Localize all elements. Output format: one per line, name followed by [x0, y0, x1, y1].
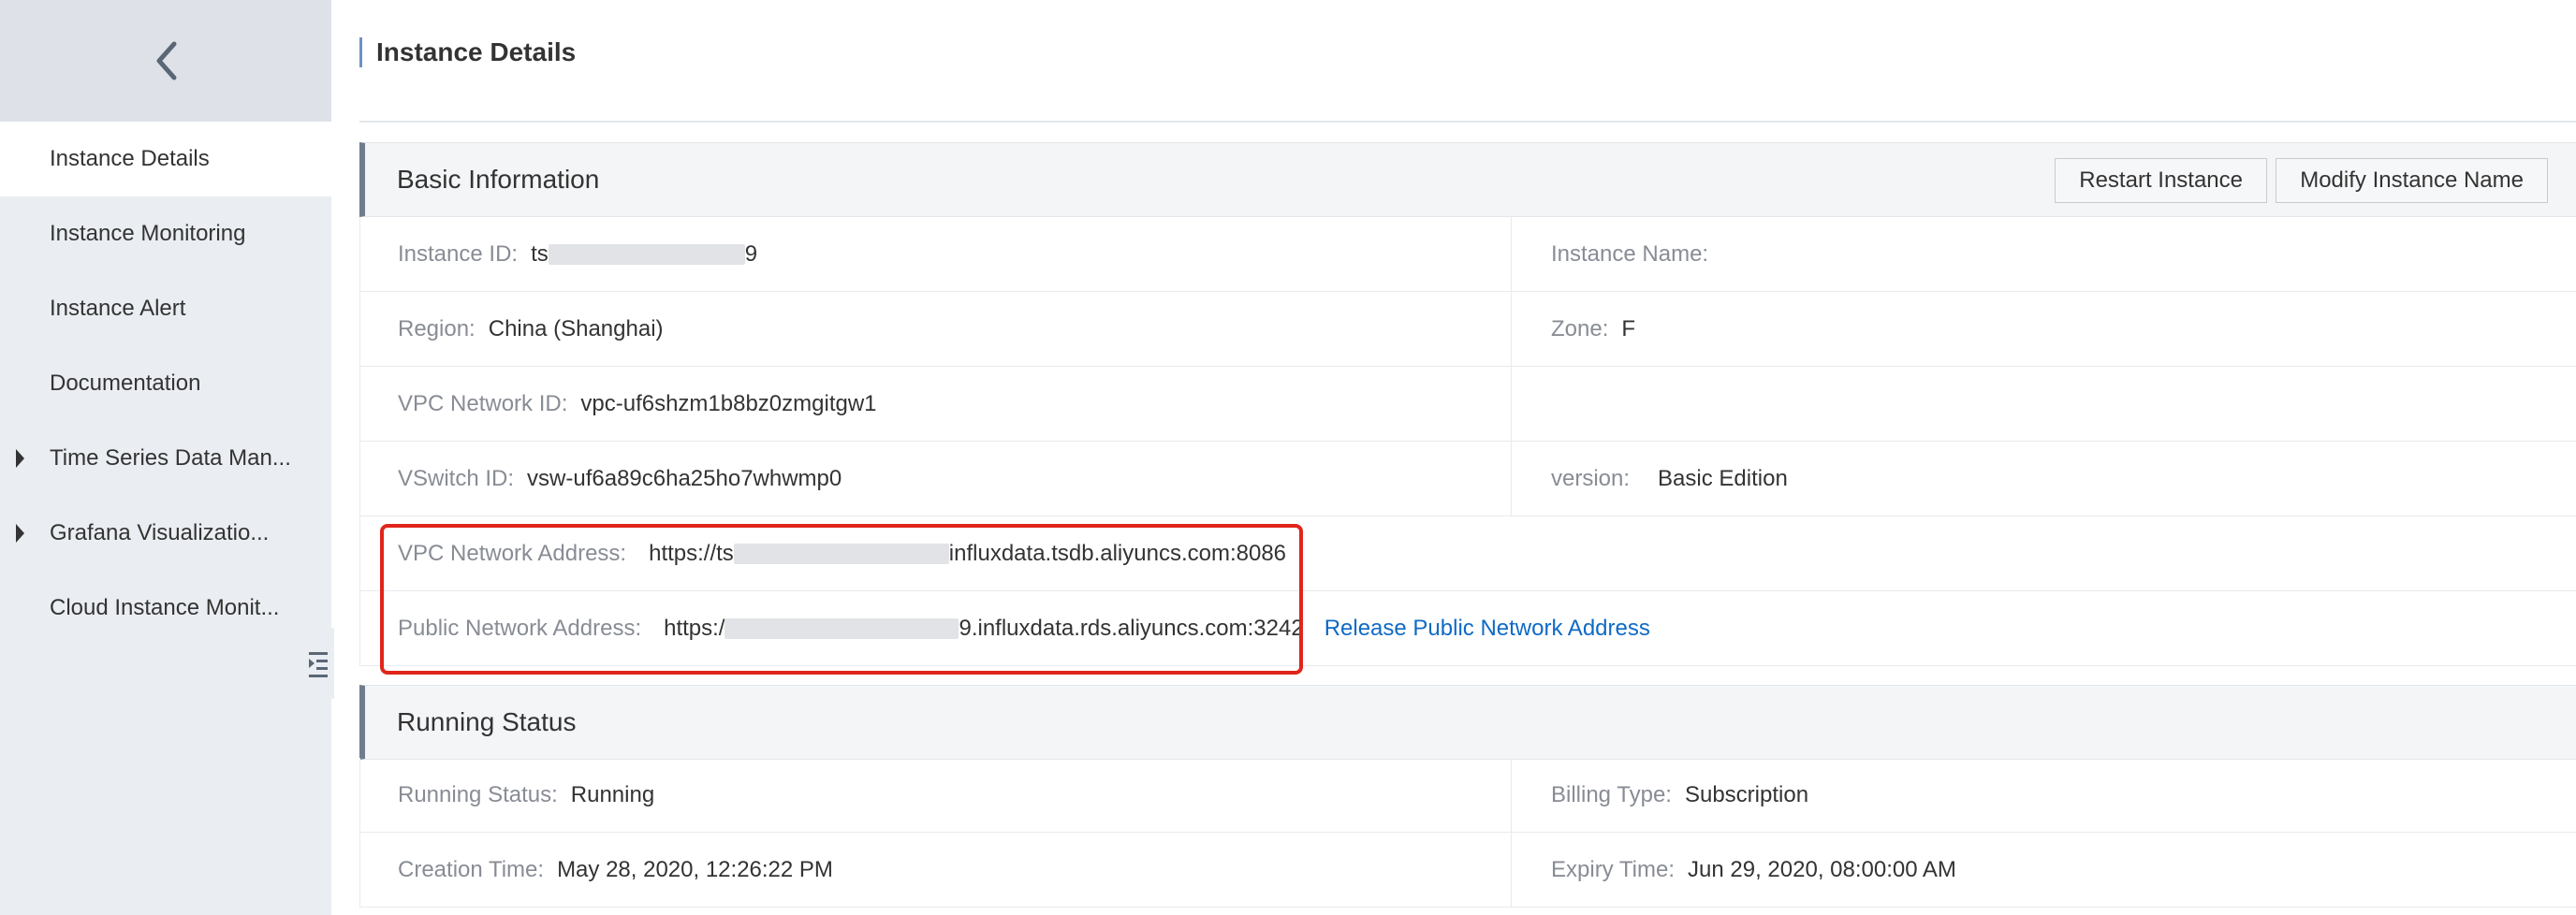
info-row: Instance ID: ts 9 Instance Name:	[359, 217, 2576, 292]
info-row: VPC Network ID: vpc-uf6shzm1b8bz0zmgitgw…	[359, 367, 2576, 442]
sidebar-item-label: Grafana Visualizatio...	[50, 520, 270, 545]
sidebar-nav: Instance Details Instance Monitoring Ins…	[0, 122, 331, 646]
vpc-id-cell: VPC Network ID: vpc-uf6shzm1b8bz0zmgitgw…	[360, 367, 1512, 441]
section-title: Running Status	[397, 707, 577, 736]
modify-instance-name-button[interactable]: Modify Instance Name	[2276, 158, 2548, 203]
sidebar-item-label: Time Series Data Man...	[50, 445, 291, 471]
redacted-text	[548, 244, 745, 266]
version-cell: version: Basic Edition	[1512, 442, 2576, 516]
sidebar-item-grafana[interactable]: Grafana Visualizatio...	[0, 496, 331, 571]
field-label: Expiry Time:	[1551, 856, 1676, 882]
instance-id-suffix: 9	[744, 240, 758, 267]
expiry-time-value: Jun 29, 2020, 08:00:00 AM	[1688, 856, 1956, 882]
zone-value: F	[1621, 315, 1636, 341]
instance-name-cell: Instance Name:	[1512, 217, 2576, 291]
sidebar-item-label: Instance Details	[50, 146, 210, 171]
info-row: Creation Time: May 28, 2020, 12:26:22 PM…	[359, 833, 2576, 908]
page-header: Instance Details	[359, 0, 2576, 123]
sidebar-item-instance-monitoring[interactable]: Instance Monitoring	[0, 196, 331, 271]
zone-cell: Zone: F	[1512, 292, 2576, 366]
page-title: Instance Details	[359, 37, 576, 67]
running-status-value: Running	[570, 781, 655, 807]
highlight-annotation-box	[380, 524, 1303, 675]
expiry-time-cell: Expiry Time: Jun 29, 2020, 08:00:00 AM	[1512, 833, 2576, 907]
release-public-address-link[interactable]: Release Public Network Address	[1325, 616, 1650, 642]
field-label: Zone:	[1551, 315, 1609, 341]
empty-cell	[1512, 367, 2576, 441]
sidebar: Instance Details Instance Monitoring Ins…	[0, 0, 331, 915]
vswitch-value: vsw-uf6a89c6ha25ho7whwmp0	[527, 465, 842, 491]
main-content: Instance Details Basic Information Resta…	[331, 0, 2576, 915]
field-label: Region:	[398, 315, 476, 341]
field-label: Instance Name:	[1551, 240, 1709, 267]
field-label: VSwitch ID:	[398, 465, 515, 491]
sidebar-item-time-series-data[interactable]: Time Series Data Man...	[0, 421, 331, 496]
caret-right-icon	[16, 449, 24, 468]
field-label: Creation Time:	[398, 856, 545, 882]
vswitch-cell: VSwitch ID: vsw-uf6a89c6ha25ho7whwmp0	[360, 442, 1512, 516]
field-label: VPC Network ID:	[398, 390, 568, 416]
sidebar-item-instance-details[interactable]: Instance Details	[0, 122, 331, 196]
creation-time-cell: Creation Time: May 28, 2020, 12:26:22 PM	[360, 833, 1512, 907]
sidebar-item-instance-alert[interactable]: Instance Alert	[0, 271, 331, 346]
region-value: China (Shanghai)	[488, 315, 664, 341]
sidebar-item-documentation[interactable]: Documentation	[0, 346, 331, 421]
version-value: Basic Edition	[1658, 465, 1788, 491]
restart-instance-button[interactable]: Restart Instance	[2055, 158, 2267, 203]
back-button[interactable]	[138, 33, 194, 89]
field-label: version:	[1551, 465, 1631, 491]
vpc-id-value: vpc-uf6shzm1b8bz0zmgitgw1	[580, 390, 877, 416]
running-status-header: Running Status	[359, 685, 2576, 760]
sidebar-item-label: Instance Monitoring	[50, 221, 246, 246]
collapse-sidebar-icon	[309, 652, 328, 677]
section-title: Basic Information	[397, 165, 600, 194]
info-row: Region: China (Shanghai) Zone: F	[359, 292, 2576, 367]
billing-type-cell: Billing Type: Subscription	[1512, 758, 2576, 832]
running-status-cell: Running Status: Running	[360, 758, 1512, 832]
caret-right-icon	[16, 524, 24, 543]
instance-id-prefix: ts	[531, 240, 549, 267]
info-row: VSwitch ID: vsw-uf6a89c6ha25ho7whwmp0 ve…	[359, 442, 2576, 516]
basic-information-header: Basic Information Restart Instance Modif…	[359, 142, 2576, 217]
sidebar-item-label: Instance Alert	[50, 296, 186, 321]
creation-time-value: May 28, 2020, 12:26:22 PM	[557, 856, 833, 882]
sidebar-item-label: Documentation	[50, 370, 201, 396]
sidebar-item-label: Cloud Instance Monit...	[50, 595, 280, 620]
instance-id-value: ts 9	[531, 241, 757, 268]
info-row: Running Status: Running Billing Type: Su…	[359, 758, 2576, 833]
field-label: Billing Type:	[1551, 781, 1672, 807]
chevron-left-icon	[156, 41, 177, 80]
billing-type-value: Subscription	[1684, 781, 1809, 807]
region-cell: Region: China (Shanghai)	[360, 292, 1512, 366]
sidebar-item-cloud-instance-monitor[interactable]: Cloud Instance Monit...	[0, 571, 331, 646]
instance-id-cell: Instance ID: ts 9	[360, 217, 1512, 291]
field-label: Running Status:	[398, 781, 558, 807]
field-label: Instance ID:	[398, 240, 519, 267]
sidebar-header	[0, 0, 331, 122]
